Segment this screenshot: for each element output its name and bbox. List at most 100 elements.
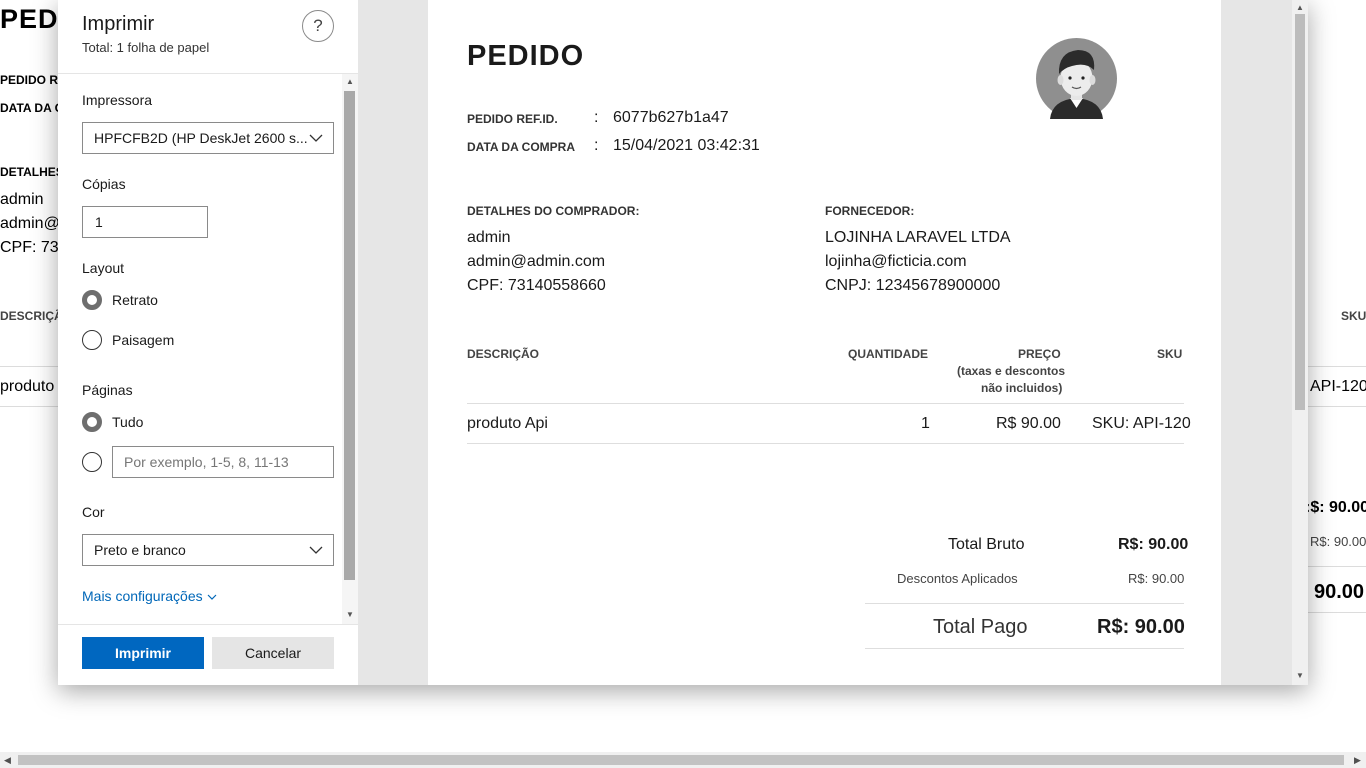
- scrollbar-thumb[interactable]: [1295, 14, 1305, 410]
- row-sku: SKU: API-120: [1092, 415, 1191, 432]
- descontos-label: Descontos Aplicados: [897, 571, 1018, 586]
- bg-total-bruto: :$: 90.00: [1305, 499, 1366, 516]
- settings-scroll-area: Impressora HPFCFB2D (HP DeskJet 2600 s..…: [58, 74, 358, 624]
- layout-portrait-radio[interactable]: [82, 290, 102, 310]
- print-button[interactable]: Imprimir: [82, 637, 204, 669]
- more-settings-link[interactable]: Mais configurações: [82, 588, 217, 604]
- descontos-value: R$: 90.00: [1128, 571, 1185, 586]
- bg-buyer-name: admin: [0, 191, 44, 208]
- date-label: DATA DA COMPRA: [467, 140, 575, 154]
- dialog-subtitle: Total: 1 folha de papel: [82, 40, 210, 55]
- scroll-down-icon[interactable]: ▼: [346, 610, 354, 619]
- bg-sku-header: SKU: [1341, 309, 1366, 323]
- chevron-down-icon: [207, 594, 216, 600]
- total-bruto-label: Total Bruto: [948, 536, 1025, 553]
- color-label: Cor: [82, 504, 105, 520]
- layout-portrait-label[interactable]: Retrato: [112, 292, 158, 308]
- preview-sheet: PEDIDO PEDIDO REF.ID. : 6077b627b1a47 DA…: [428, 0, 1221, 685]
- order-title: PEDIDO: [467, 40, 585, 72]
- layout-landscape-radio[interactable]: [82, 330, 102, 350]
- row-description: produto Api: [467, 415, 548, 432]
- scroll-up-icon[interactable]: ▲: [346, 77, 354, 86]
- date-value: 15/04/2021 03:42:31: [613, 137, 760, 154]
- col-sku-header: SKU: [1157, 347, 1183, 361]
- col-price-note-1: (taxas e descontos: [957, 364, 1066, 378]
- supplier-email: lojinha@ficticia.com: [825, 253, 967, 270]
- bg-divider: [1300, 566, 1366, 567]
- supplier-doc: CNPJ: 12345678900000: [825, 277, 1001, 294]
- color-select[interactable]: Preto e branco: [82, 534, 334, 566]
- bg-row-sku: API-120: [1310, 378, 1366, 395]
- date-colon: :: [594, 137, 599, 154]
- dialog-title: Imprimir: [82, 13, 155, 35]
- buyer-name: admin: [467, 229, 511, 246]
- buyer-label: DETALHES DO COMPRADOR:: [467, 204, 640, 218]
- print-settings-panel: Imprimir Total: 1 folha de papel ? Impre…: [58, 0, 358, 685]
- col-quantity-header: QUANTIDADE: [848, 347, 928, 361]
- footer-divider: [58, 624, 358, 625]
- bg-row-product: produto: [0, 378, 55, 395]
- color-value: Preto e branco: [94, 542, 186, 558]
- help-icon: ?: [313, 16, 323, 35]
- pages-all-radio[interactable]: [82, 412, 102, 432]
- scroll-right-icon[interactable]: ▶: [1354, 754, 1361, 766]
- col-price-note-2: não incluidos): [981, 381, 1063, 395]
- totals-divider: [865, 603, 1184, 604]
- supplier-name: LOJINHA LARAVEL LTDA: [825, 229, 1011, 246]
- printer-label: Impressora: [82, 92, 153, 108]
- printer-select[interactable]: HPFCFB2D (HP DeskJet 2600 s...: [82, 122, 334, 154]
- cancel-button[interactable]: Cancelar: [212, 637, 334, 669]
- row-price: R$ 90.00: [996, 415, 1061, 432]
- buyer-doc: CPF: 73140558660: [467, 277, 606, 294]
- bg-buyer-email: admin@: [0, 215, 60, 232]
- pages-range-input[interactable]: Por exemplo, 1-5, 8, 11-13: [112, 446, 334, 478]
- printer-value: HPFCFB2D (HP DeskJet 2600 s...: [94, 130, 308, 146]
- total-bruto-value: R$: 90.00: [1118, 536, 1189, 553]
- scroll-left-icon[interactable]: ◀: [4, 754, 11, 766]
- avatar-icon: [1036, 38, 1117, 119]
- bg-desc-header: DESCRIÇÃ: [0, 309, 63, 323]
- buyer-email: admin@admin.com: [467, 253, 606, 270]
- page-horizontal-scrollbar[interactable]: ◀ ▶: [0, 752, 1366, 768]
- bg-buyer-label: DETALHES: [0, 165, 64, 179]
- scrollbar-thumb[interactable]: [18, 755, 1344, 765]
- help-button[interactable]: ?: [302, 10, 334, 42]
- ref-label: PEDIDO REF.ID.: [467, 112, 558, 126]
- col-price-header: PREÇO: [1018, 347, 1061, 361]
- pages-range-placeholder: Por exemplo, 1-5, 8, 11-13: [124, 454, 289, 470]
- chevron-down-icon: [309, 134, 323, 142]
- table-divider: [467, 443, 1184, 444]
- scrollbar-thumb[interactable]: [344, 91, 355, 580]
- copies-label: Cópias: [82, 176, 126, 192]
- ref-value: 6077b627b1a47: [613, 109, 729, 126]
- bg-divider: [1300, 612, 1366, 613]
- pages-label: Páginas: [82, 382, 133, 398]
- col-description-header: DESCRIÇÃO: [467, 347, 540, 361]
- bg-ref-label: PEDIDO R: [0, 73, 59, 87]
- print-preview: PEDIDO PEDIDO REF.ID. : 6077b627b1a47 DA…: [358, 0, 1308, 685]
- chevron-down-icon: [309, 546, 323, 554]
- pages-custom-radio[interactable]: [82, 452, 102, 472]
- settings-scrollbar[interactable]: ▲ ▼: [342, 74, 358, 624]
- scroll-down-icon[interactable]: ▼: [1296, 671, 1304, 680]
- pages-all-label[interactable]: Tudo: [112, 414, 143, 430]
- copies-input[interactable]: 1: [82, 206, 208, 238]
- bg-total-pago: 90.00: [1314, 581, 1365, 603]
- bg-date-label: DATA DA C: [0, 101, 64, 115]
- ref-colon: :: [594, 109, 599, 126]
- bg-page-title: PED: [0, 4, 59, 34]
- scroll-up-icon[interactable]: ▲: [1296, 3, 1304, 12]
- print-dialog: Imprimir Total: 1 folha de papel ? Impre…: [58, 0, 1308, 685]
- supplier-label: FORNECEDOR:: [825, 204, 915, 218]
- more-settings-label: Mais configurações: [82, 588, 203, 604]
- row-quantity: 1: [921, 415, 930, 432]
- totals-divider: [865, 648, 1184, 649]
- bg-descontos: R$: 90.00: [1310, 534, 1366, 549]
- copies-value: 1: [95, 214, 103, 230]
- total-pago-value: R$: 90.00: [1097, 616, 1185, 638]
- layout-landscape-label[interactable]: Paisagem: [112, 332, 174, 348]
- layout-label: Layout: [82, 260, 125, 276]
- table-divider: [467, 403, 1184, 404]
- total-pago-label: Total Pago: [933, 616, 1028, 638]
- preview-scrollbar[interactable]: ▲ ▼: [1292, 0, 1308, 685]
